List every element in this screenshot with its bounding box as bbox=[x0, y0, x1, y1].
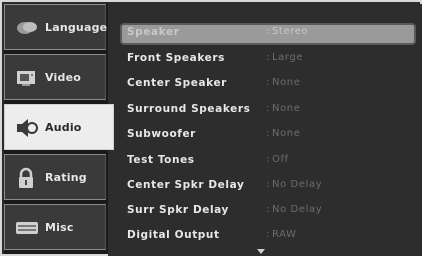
setting-value: None bbox=[266, 77, 300, 88]
setting-name: Front Speakers bbox=[127, 52, 225, 64]
tab-language-label: Language bbox=[45, 21, 108, 34]
setting-row-surround-speakers[interactable]: Surround Speakers None bbox=[120, 100, 416, 122]
setting-row-surr-spkr-delay[interactable]: Surr Spkr Delay No Delay bbox=[120, 201, 416, 223]
tab-video-label: Video bbox=[45, 71, 81, 84]
setting-value: None bbox=[266, 103, 300, 114]
setting-name: Test Tones bbox=[127, 154, 195, 166]
scroll-down-arrow-icon[interactable] bbox=[257, 249, 265, 254]
tab-audio[interactable]: Audio bbox=[4, 104, 114, 150]
setting-value: None bbox=[266, 128, 300, 139]
setting-row-front-speakers[interactable]: Front Speakers Large bbox=[120, 49, 416, 71]
tab-language[interactable]: Language bbox=[4, 4, 108, 50]
setting-value: Large bbox=[266, 52, 303, 63]
setting-name: Surround Speakers bbox=[127, 103, 251, 115]
tab-audio-label: Audio bbox=[45, 121, 82, 134]
tab-misc-label: Misc bbox=[45, 221, 74, 234]
setting-row-center-speaker[interactable]: Center Speaker None bbox=[120, 74, 416, 96]
setting-value: No Delay bbox=[266, 179, 322, 190]
padlock-icon bbox=[15, 167, 37, 189]
setting-name: Surr Spkr Delay bbox=[127, 204, 229, 216]
tab-video[interactable]: Video bbox=[4, 54, 106, 100]
keyboard-icon bbox=[15, 217, 38, 239]
setting-row-center-spkr-delay[interactable]: Center Spkr Delay No Delay bbox=[120, 176, 416, 198]
setting-row-test-tones[interactable]: Test Tones Off bbox=[120, 151, 416, 173]
tab-rating-label: Rating bbox=[45, 171, 87, 184]
setting-name: Subwoofer bbox=[127, 128, 196, 140]
setting-value: No Delay bbox=[266, 204, 322, 215]
monitor-icon bbox=[15, 67, 37, 89]
tab-misc[interactable]: Misc bbox=[4, 204, 106, 250]
setting-row-digital-output[interactable]: Digital Output RAW bbox=[120, 226, 416, 248]
setting-value: RAW bbox=[266, 229, 297, 240]
setting-name: Center Spkr Delay bbox=[127, 179, 245, 191]
speech-bubble-icon bbox=[15, 17, 37, 39]
category-tabs: Language Video Audio Rating Misc bbox=[4, 4, 114, 254]
setting-name: Digital Output bbox=[127, 229, 220, 241]
setting-value: Off bbox=[266, 154, 289, 165]
setting-row-speaker[interactable]: Speaker Stereo bbox=[120, 23, 416, 45]
tab-rating[interactable]: Rating bbox=[4, 154, 106, 200]
audio-settings-panel: Speaker Stereo Front Speakers Large Cent… bbox=[108, 4, 422, 256]
setting-value: Stereo bbox=[266, 26, 308, 37]
setup-menu-screen: Language Video Audio Rating Misc Speaker… bbox=[0, 0, 422, 256]
setting-name: Center Speaker bbox=[127, 77, 227, 89]
speaker-icon bbox=[15, 117, 38, 139]
setting-row-subwoofer[interactable]: Subwoofer None bbox=[120, 125, 416, 147]
setting-name: Speaker bbox=[127, 26, 180, 38]
